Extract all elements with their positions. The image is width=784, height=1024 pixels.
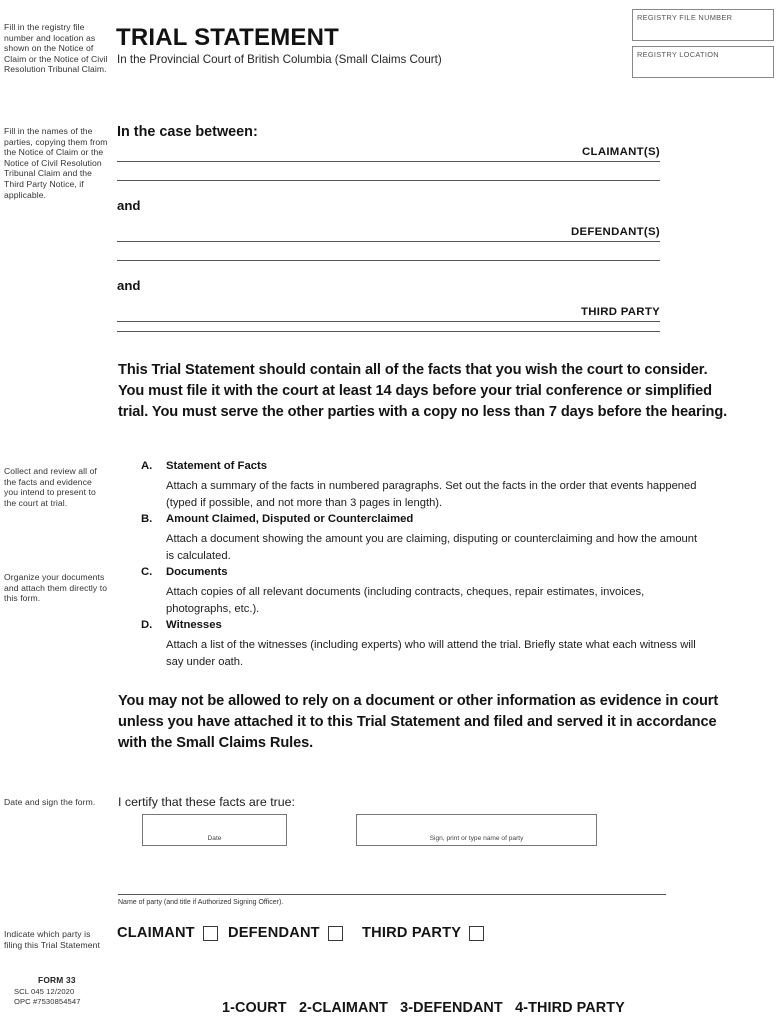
and-connector-2: and (117, 278, 141, 293)
item-d-body: Attach a list of the witnesses (includin… (166, 639, 696, 669)
claimant-line-2[interactable] (117, 180, 660, 181)
form-page: Fill in the registry file number and loc… (0, 0, 784, 1024)
date-caption: Date (207, 835, 222, 842)
item-d-heading: Witnesses (166, 619, 222, 631)
filing-party-claimant-checkbox[interactable] (202, 925, 218, 941)
page-subtitle: In the Provincial Court of British Colum… (117, 53, 442, 66)
case-between-heading: In the case between: (117, 124, 258, 140)
item-c-body: Attach copies of all relevant documents … (166, 586, 645, 616)
third-party-label: THIRD PARTY (580, 306, 660, 318)
item-a-body: Attach a summary of the facts in numbere… (166, 480, 697, 510)
defendant-line-2[interactable] (117, 260, 660, 261)
filing-requirement-notice: This Trial Statement should contain all … (118, 362, 728, 420)
evidence-warning-notice: You may not be allowed to rely on a docu… (118, 693, 719, 751)
filing-party-third-party-label: THIRD PARTY (362, 925, 462, 941)
signature-field[interactable]: Sign, print or type name of party (356, 814, 597, 846)
date-field[interactable]: Date (142, 814, 287, 846)
name-of-party-line[interactable] (118, 894, 666, 895)
item-d-letter: D. (141, 619, 153, 631)
margin-note-sign: Date and sign the form. (4, 797, 96, 807)
claimant-line-1[interactable] (117, 161, 660, 162)
filing-party-defendant-checkbox[interactable] (327, 925, 343, 941)
item-a-letter: A. (141, 460, 153, 472)
margin-note-parties: Fill in the names of the parties, copyin… (4, 126, 108, 200)
page-title: TRIAL STATEMENT (116, 24, 339, 51)
filing-party-defendant[interactable]: DEFENDANT (228, 925, 343, 941)
item-b-heading: Amount Claimed, Disputed or Counterclaim… (166, 513, 414, 525)
third-party-line-1[interactable] (117, 321, 660, 322)
registry-location-field[interactable] (633, 59, 773, 77)
and-connector-1: and (117, 198, 141, 213)
defendant-label: DEFENDANT(S) (570, 226, 660, 238)
claimant-label: CLAIMANT(S) (582, 146, 660, 158)
name-of-party-caption: Name of party (and title if Authorized S… (118, 899, 284, 906)
filing-party-claimant-label: CLAIMANT (117, 925, 195, 941)
registry-file-number-field[interactable] (633, 22, 773, 40)
form-opc-number: OPC #7530854547 (14, 997, 81, 1006)
certification-statement: I certify that these facts are true: (118, 795, 295, 809)
item-b-body: Attach a document showing the amount you… (166, 533, 698, 563)
registry-location-label: REGISTRY LOCATION (637, 50, 719, 59)
margin-note-registry: Fill in the registry file number and loc… (4, 22, 108, 75)
margin-note-documents: Organize your documents and attach them … (4, 572, 108, 604)
item-c-heading: Documents (166, 566, 228, 578)
signature-caption: Sign, print or type name of party (429, 835, 524, 842)
registry-location-box[interactable]: REGISTRY LOCATION (632, 46, 774, 78)
registry-file-number-box[interactable]: REGISTRY FILE NUMBER (632, 9, 774, 41)
item-a-heading: Statement of Facts (166, 460, 268, 472)
form-code: SCL 045 12/2020 (14, 987, 75, 996)
defendant-line-1[interactable] (117, 241, 660, 242)
filing-party-defendant-label: DEFENDANT (228, 925, 320, 941)
margin-note-facts: Collect and review all of the facts and … (4, 466, 97, 508)
filing-party-claimant[interactable]: CLAIMANT (117, 925, 218, 941)
item-c-letter: C. (141, 566, 153, 578)
filing-party-third-party-checkbox[interactable] (469, 925, 485, 941)
margin-note-indicate-party: Indicate which party is filing this Tria… (4, 929, 100, 950)
form-number: FORM 33 (38, 975, 76, 985)
filing-party-third-party[interactable]: THIRD PARTY (362, 925, 485, 941)
item-b-letter: B. (141, 513, 153, 525)
registry-file-number-label: REGISTRY FILE NUMBER (637, 13, 733, 22)
copy-distribution: 1-COURT 2-CLAIMANT 3-DEFENDANT 4-THIRD P… (222, 1000, 625, 1016)
third-party-line-2[interactable] (117, 331, 660, 332)
